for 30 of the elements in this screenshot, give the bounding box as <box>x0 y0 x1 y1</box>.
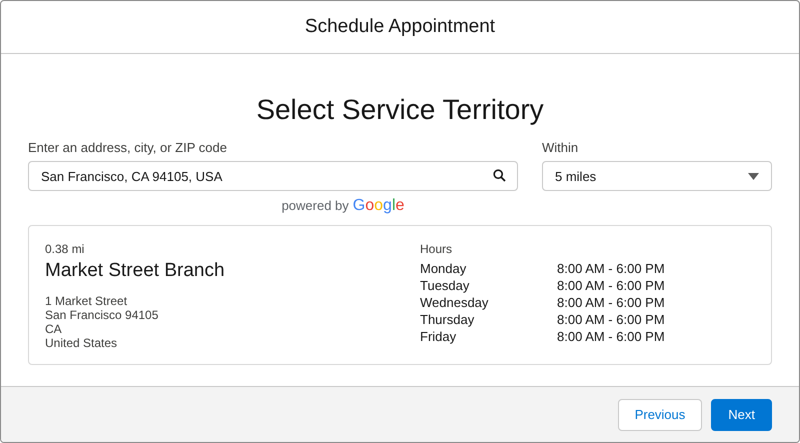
google-logo: Google <box>352 197 404 215</box>
hours-text: 8:00 AM - 6:00 PM <box>557 329 665 344</box>
day-text: Wednesday <box>420 295 490 310</box>
hours-text: 8:00 AM - 6:00 PM <box>557 295 665 310</box>
window-title: Schedule Appointment <box>304 16 496 38</box>
hours-text: 8:00 AM - 6:00 PM <box>557 312 665 327</box>
page-heading: Select Service Territory <box>255 94 545 126</box>
within-label: Within <box>542 140 578 155</box>
address-field[interactable]: San Francisco, CA 94105, USA <box>28 161 518 191</box>
hours-text: 8:00 AM - 6:00 PM <box>557 261 665 276</box>
day-text: Monday <box>420 261 468 276</box>
hours-text: 8:00 AM - 6:00 PM <box>557 278 665 293</box>
hours-label: Hours <box>420 242 454 256</box>
address-line: 1 Market Street <box>45 294 128 308</box>
address-line: San Francisco 94105 <box>45 308 158 322</box>
distance-text: 0.38 mi <box>45 242 84 256</box>
next-button[interactable]: Next <box>711 398 772 430</box>
day-text: Friday <box>420 329 458 344</box>
attribution-text: powered by <box>282 198 349 213</box>
previous-button[interactable]: Previous <box>618 398 702 430</box>
day-text: Tuesday <box>420 278 470 293</box>
address-line: CA <box>45 322 62 336</box>
distance-select[interactable]: 5 miles <box>542 161 772 191</box>
search-icon[interactable] <box>493 169 506 182</box>
day-text: Thursday <box>420 312 476 327</box>
address-line: United States <box>45 336 118 350</box>
branch-name: Market Street Branch <box>45 260 225 282</box>
address-label: Enter an address, city, or ZIP code <box>28 140 227 155</box>
caret-icon <box>748 172 759 180</box>
territory-card[interactable] <box>28 225 772 365</box>
